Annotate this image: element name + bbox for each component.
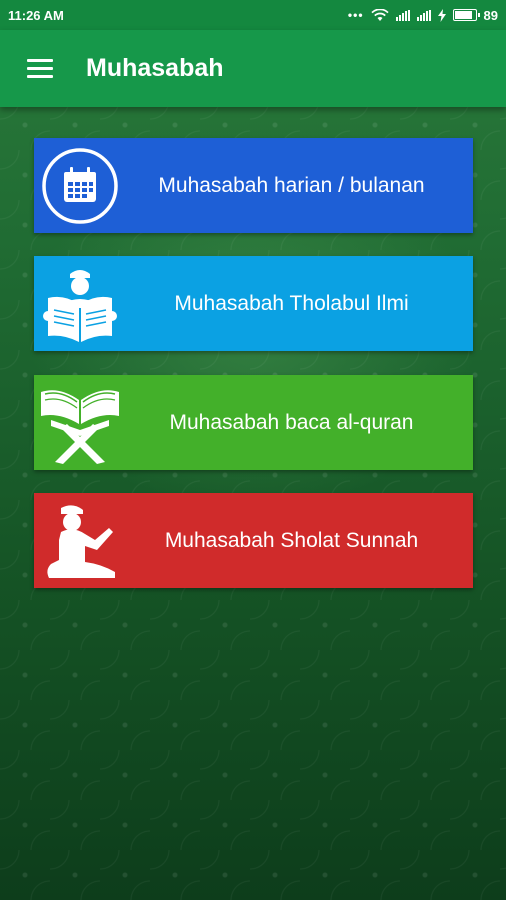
hamburger-menu-icon[interactable] <box>0 30 80 107</box>
signal-2-icon <box>416 9 431 21</box>
praying-person-icon <box>34 493 126 588</box>
wifi-icon <box>370 8 389 21</box>
battery-level: 89 <box>483 7 498 23</box>
app-title: Muhasabah <box>86 54 224 82</box>
status-bar: 11:26 AM ••• 89 <box>0 0 506 30</box>
app-screen: 11:26 AM ••• 89 Muhasabah Muhasabah hari… <box>0 0 506 900</box>
charging-icon <box>437 8 446 22</box>
signal-1-icon <box>395 9 410 21</box>
app-bar: Muhasabah <box>0 30 506 107</box>
menu-item-sholat-sunnah[interactable]: Muhasabah Sholat Sunnah <box>34 493 473 588</box>
status-icons: ••• 89 <box>348 8 498 23</box>
quran-stand-icon <box>34 375 126 470</box>
menu-item-label: Muhasabah harian / bulanan <box>158 173 425 197</box>
battery-icon <box>452 9 480 21</box>
menu-item-harian-bulanan[interactable]: Muhasabah harian / bulanan <box>34 138 473 233</box>
reading-student-icon <box>34 256 126 351</box>
menu-item-label: Muhasabah Tholabul Ilmi <box>174 291 409 315</box>
menu-item-tholabul-ilmi[interactable]: Muhasabah Tholabul Ilmi <box>34 256 473 351</box>
status-time: 11:26 AM <box>8 7 64 23</box>
menu-item-label: Muhasabah Sholat Sunnah <box>164 528 419 552</box>
notification-dots-icon: ••• <box>347 8 364 22</box>
calendar-icon <box>34 138 126 233</box>
menu-item-baca-al-quran[interactable]: Muhasabah baca al-quran <box>34 375 473 470</box>
menu-item-label: Muhasabah baca al-quran <box>169 410 414 434</box>
